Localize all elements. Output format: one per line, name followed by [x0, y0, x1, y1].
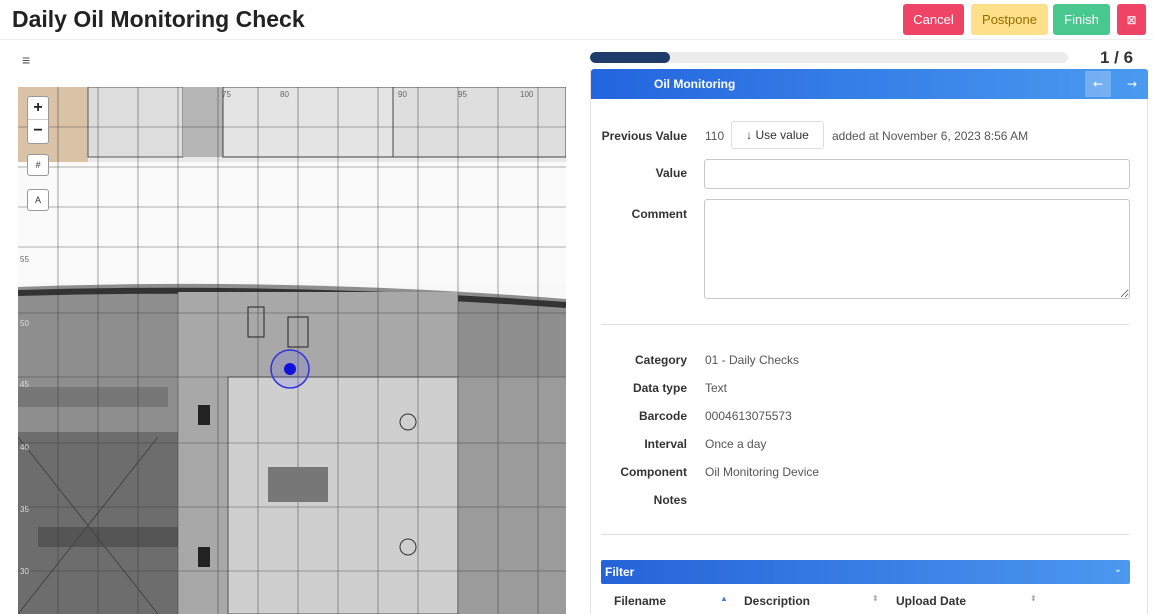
map-tick-label: 80 — [280, 90, 289, 99]
progress-fill — [590, 52, 670, 63]
comment-label: Comment — [631, 207, 687, 221]
zoom-in-button[interactable]: + — [28, 97, 48, 120]
progress-bar — [590, 52, 1068, 63]
detail-label: Barcode — [638, 409, 687, 423]
map-tick-label: 40 — [20, 443, 29, 452]
layer-toggle-button[interactable]: A — [27, 189, 49, 211]
previous-value-label: Previous Value — [601, 129, 687, 143]
header-bar: Daily Oil Monitoring Check Cancel Postpo… — [0, 0, 1153, 40]
column-header-upload-date[interactable]: Upload Date — [896, 594, 966, 608]
floor-plan-map[interactable]: 75 80 90 95 100 55 50 45 40 35 30 — [18, 87, 566, 614]
filter-toggle[interactable]: Filter ⌄ — [601, 560, 1130, 584]
previous-value: 110 — [705, 129, 725, 143]
grid-toggle-button[interactable]: # — [27, 154, 49, 176]
map-tick-label: 90 — [398, 90, 407, 99]
detail-label: Category — [634, 353, 687, 367]
value-label: Value — [655, 166, 687, 180]
chevron-down-icon[interactable]: ⌄ — [1114, 564, 1122, 575]
column-header-filename[interactable]: Filename — [614, 594, 666, 608]
divider — [601, 324, 1129, 325]
detail-value: Oil Monitoring Device — [705, 465, 820, 479]
map-tick-label: 95 — [458, 90, 467, 99]
divider — [601, 534, 1129, 535]
previous-arrow-icon[interactable]: ← — [1085, 71, 1111, 97]
detail-value: 01 - Daily Checks — [705, 353, 800, 367]
zoom-out-button[interactable]: − — [28, 120, 48, 143]
added-at-text: added at November 6, 2023 8:56 AM — [832, 129, 1029, 143]
sort-icon[interactable]: ⬍ — [1030, 594, 1037, 603]
use-value-button[interactable]: ↓ Use value — [731, 121, 824, 149]
detail-value: 0004613075573 — [705, 409, 792, 423]
detail-label: Data type — [632, 381, 687, 395]
page-title: Daily Oil Monitoring Check — [12, 6, 305, 32]
detail-label: Notes — [653, 493, 687, 507]
map-tick-label: 50 — [20, 319, 29, 328]
map-tick-label: 35 — [20, 505, 29, 514]
next-arrow-icon[interactable]: → — [1119, 71, 1145, 97]
finish-button[interactable]: Finish — [1053, 4, 1110, 35]
close-icon[interactable]: ⊠ — [1117, 4, 1146, 35]
panel-header: Oil Monitoring ← → — [591, 69, 1148, 99]
map-tick-label: 75 — [222, 90, 231, 99]
zoom-control: + − — [27, 96, 49, 144]
postpone-button[interactable]: Postpone — [971, 4, 1048, 35]
filter-label: Filter — [605, 565, 635, 579]
map-tick-label: 100 — [520, 90, 534, 99]
menu-icon[interactable]: ≡ — [22, 52, 30, 68]
column-header-description[interactable]: Description — [744, 594, 810, 608]
sort-asc-icon[interactable]: ▲ — [720, 594, 728, 603]
map-tick-label: 30 — [20, 567, 29, 576]
location-marker-dot — [284, 363, 296, 375]
sort-icon[interactable]: ⬍ — [872, 594, 879, 603]
detail-value: Text — [705, 381, 728, 395]
detail-label: Interval — [644, 437, 687, 451]
map-tick-label: 55 — [20, 255, 29, 264]
comment-textarea[interactable] — [704, 199, 1130, 299]
floor-plan-drawing — [18, 87, 566, 614]
detail-value: Once a day — [705, 437, 767, 451]
detail-label: Component — [620, 465, 687, 479]
value-input[interactable] — [704, 159, 1130, 189]
task-panel: Oil Monitoring ← → — [590, 69, 1148, 614]
map-tick-label: 45 — [20, 380, 29, 389]
panel-title: Oil Monitoring — [654, 77, 736, 91]
step-counter: 1 / 6 — [1100, 48, 1134, 67]
cancel-button[interactable]: Cancel — [903, 4, 964, 35]
